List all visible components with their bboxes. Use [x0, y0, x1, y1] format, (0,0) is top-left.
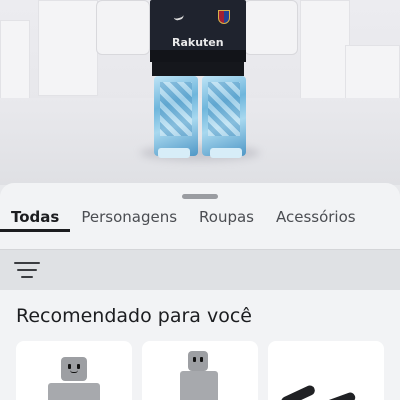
- item-card[interactable]: [142, 341, 258, 400]
- shoe-icon: [319, 391, 357, 400]
- shirt-hem: [150, 50, 246, 62]
- avatar-right-leg: [202, 76, 246, 158]
- shirt-sponsor-text: Rakuten: [172, 36, 224, 49]
- filter-icon[interactable]: [14, 260, 40, 280]
- background-block: [0, 20, 30, 100]
- tab-todas[interactable]: Todas: [0, 205, 71, 232]
- avatar-figure[interactable]: Rakuten: [96, 0, 306, 160]
- tab-acessorios[interactable]: Acessórios: [265, 205, 367, 232]
- club-crest-icon: [218, 10, 230, 24]
- avatar-viewport[interactable]: Rakuten: [0, 0, 400, 185]
- category-tabs: Todas Personagens Roupas Acessórios: [0, 205, 400, 232]
- character-head-icon: [188, 351, 208, 371]
- avatar-left-foot: [158, 148, 190, 158]
- item-card[interactable]: [16, 341, 132, 400]
- background-block: [300, 0, 350, 100]
- swoosh-logo-icon: [173, 14, 185, 22]
- item-card[interactable]: [268, 341, 384, 400]
- tab-personagens[interactable]: Personagens: [70, 205, 188, 232]
- avatar-left-arm: [96, 0, 150, 55]
- character-body-icon: [180, 371, 218, 400]
- character-body-icon: [48, 383, 100, 400]
- section-title: Recomendado para você: [16, 305, 252, 327]
- tab-roupas[interactable]: Roupas: [188, 205, 265, 232]
- avatar-right-arm: [244, 0, 298, 55]
- avatar-waist: [152, 62, 244, 76]
- avatar-shirt: Rakuten: [150, 0, 246, 62]
- background-block: [345, 45, 400, 105]
- avatar-left-leg: [154, 76, 198, 158]
- background-block: [38, 0, 98, 96]
- catalog-sheet: Todas Personagens Roupas Acessórios Reco…: [0, 183, 400, 400]
- recommended-items: [16, 341, 384, 400]
- avatar-right-foot: [210, 148, 242, 158]
- shoe-icon: [279, 383, 317, 400]
- filter-bar: [0, 250, 400, 290]
- character-head-icon: [61, 357, 87, 381]
- sheet-drag-handle[interactable]: [182, 194, 218, 199]
